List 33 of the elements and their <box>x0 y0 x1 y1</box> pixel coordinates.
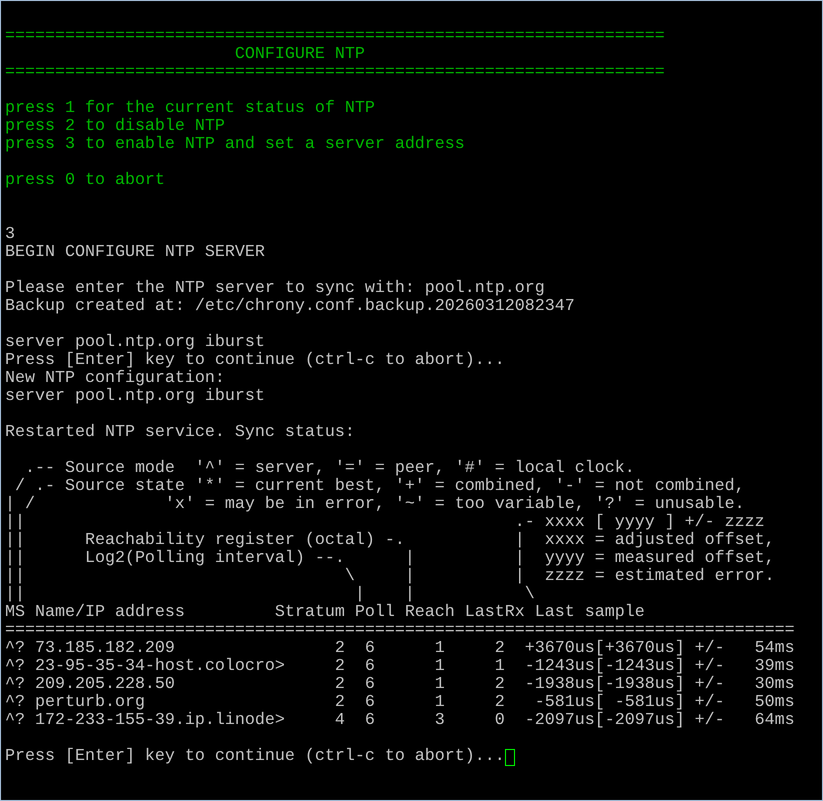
terminal-line: press 1 for the current status of NTP <box>5 100 375 118</box>
terminal-line: ================================================================== <box>5 64 665 82</box>
terminal-line: server pool.ntp.org iburst <box>5 334 265 352</box>
terminal-line: 3 <box>5 226 15 244</box>
terminal-line: Please enter the NTP server to sync with: pool.ntp.org <box>5 280 545 298</box>
terminal-line: || Reachability register (octal) -. | xxxx = adjusted offset, <box>5 532 775 550</box>
terminal-line: BEGIN CONFIGURE NTP SERVER <box>5 244 265 262</box>
terminal-line: || | | \ <box>5 586 535 604</box>
terminal-line: ^? 172-233-155-39.ip.linode> 4 6 3 0 -2097us[-2097us] +/- 64ms <box>5 712 795 730</box>
terminal-line: ^? 209.205.228.50 2 6 1 2 -1938us[-1938us] +/- 30ms <box>5 676 795 694</box>
terminal-line: || .- xxxx [ yyyy ] +/- zzzz <box>5 514 765 532</box>
terminal-line: ^? 23-95-35-34-host.colocro> 2 6 1 1 -1243us[-1243us] +/- 39ms <box>5 658 795 676</box>
terminal-line: .-- Source mode '^' = server, '=' = peer, '#' = local clock. <box>24 460 635 478</box>
terminal-prompt: Press [Enter] key to continue (ctrl-c to abort)... <box>5 748 505 766</box>
terminal-line: | / 'x' = may be in error, '~' = too variable, '?' = unusable. <box>5 496 745 514</box>
terminal-line: ^? perturb.org 2 6 1 2 -581us[ -581us] +/- 50ms <box>5 694 795 712</box>
terminal-line: / .- Source state '*' = current best, '+' = combined, '-' = not combined, <box>14 478 745 496</box>
terminal-line: CONFIGURE NTP <box>234 46 365 64</box>
terminal-line: press 3 to enable NTP and set a server address <box>5 136 465 154</box>
terminal-line: server pool.ntp.org iburst <box>5 388 265 406</box>
terminal-line: Backup created at: /etc/chrony.conf.backup.20260312082347 <box>5 298 575 316</box>
terminal-line: || \ | | zzzz = estimated error. <box>5 568 775 586</box>
terminal-line: Restarted NTP service. Sync status: <box>5 424 355 442</box>
terminal-line: MS Name/IP address Stratum Poll Reach LastRx Last sample <box>5 604 645 622</box>
terminal-line: ================================================================== <box>5 28 665 46</box>
terminal-line: press 2 to disable NTP <box>5 118 225 136</box>
cursor-icon <box>504 748 515 766</box>
terminal-line: =============================================================================== <box>5 622 795 640</box>
terminal-line: ^? 73.185.182.209 2 6 1 2 +3670us[+3670us] +/- 54ms <box>5 640 795 658</box>
terminal-line: Press [Enter] key to continue (ctrl-c to abort)... <box>5 352 505 370</box>
terminal-line: || Log2(Polling interval) --. | | yyyy = measured offset, <box>5 550 775 568</box>
terminal-line: New NTP configuration: <box>5 370 225 388</box>
terminal-line: press 0 to abort <box>5 172 165 190</box>
